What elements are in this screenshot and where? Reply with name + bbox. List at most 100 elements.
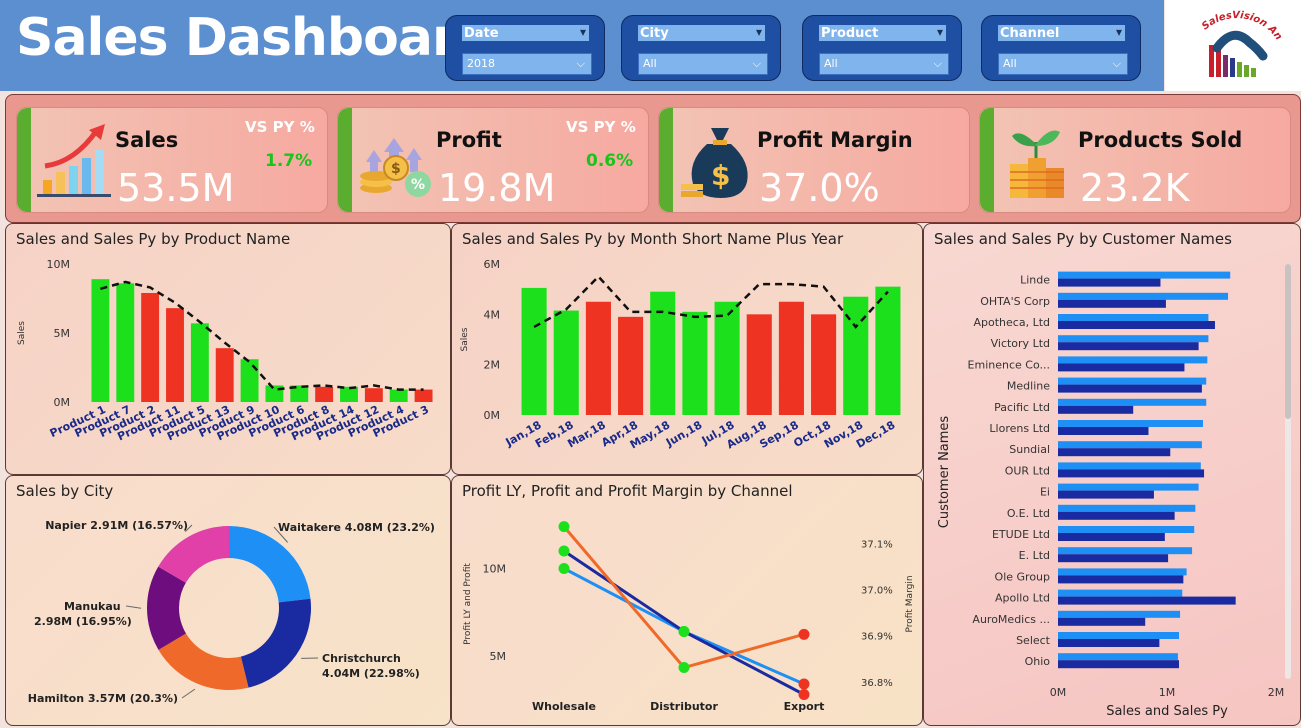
sales-bar: [1058, 398, 1207, 406]
customer-label: Apollo Ltd: [995, 592, 1050, 605]
chevron-down-icon: ⌵: [576, 57, 585, 70]
x-tick-label: Jun,18: [663, 418, 704, 449]
product-sales-chart[interactable]: Sales and Sales Py by Product Name 0M 5M 1…: [5, 223, 451, 475]
kpi-accent-bar: [980, 108, 994, 212]
sales-bar: [315, 386, 334, 402]
sales-bar: [650, 291, 676, 415]
customer-label: Ei: [1040, 486, 1050, 499]
y2-axis-title: Profit Margin: [905, 575, 915, 632]
sales-bar: [1058, 547, 1193, 555]
donut-slice: [229, 526, 311, 603]
series-line: [562, 525, 805, 670]
city-chart-svg: Waitakere 4.08M (23.2%) Christchurch 4.04M…: [28, 519, 435, 705]
chevron-down-icon: ▾: [1115, 25, 1122, 39]
sales-bar: [1058, 526, 1195, 533]
sales-bar: [1058, 356, 1208, 364]
kpi-value: 23.2K: [1080, 166, 1190, 210]
sales-py-bar: [1058, 596, 1236, 605]
kpi-strip: Sales 53.5M VS PY % 1.7% $ % Profit 19.8…: [5, 94, 1301, 223]
sales-bar: [116, 283, 135, 402]
city-slicer[interactable]: City ▾ All ⌵: [621, 15, 781, 81]
customer-label: Pacific Ltd: [994, 401, 1050, 414]
customer-label: Medline: [1007, 380, 1050, 393]
customer-sales-chart[interactable]: Sales and Sales Py by Customer Names Lin…: [923, 223, 1301, 726]
y-tick-label: 6M: [484, 258, 501, 271]
channel-profit-chart[interactable]: Profit LY, Profit and Profit Margin by C…: [451, 475, 923, 726]
channel-slicer[interactable]: Channel ▾ All ⌵: [981, 15, 1141, 81]
sales-bar: [1058, 271, 1231, 279]
sales-bar: [778, 301, 804, 415]
sales-py-bar: [1058, 299, 1166, 308]
sales-py-bar: [1058, 342, 1199, 351]
sales-py-bar: [1058, 639, 1160, 647]
city-slicer-dropdown[interactable]: All ⌵: [638, 53, 768, 75]
x-tick-label: 0M: [1050, 686, 1067, 699]
customer-label: Llorens Ltd: [989, 422, 1050, 435]
sales-bar: [389, 389, 408, 402]
product-slicer-dropdown[interactable]: All ⌵: [819, 53, 949, 75]
y-tick-label: 0M: [484, 409, 501, 422]
y2-tick-label: 36.9%: [861, 632, 893, 643]
city-slicer-label: City: [640, 26, 669, 41]
scrollbar-thumb: [1285, 264, 1291, 419]
y-tick-label: 10M: [483, 563, 507, 576]
kpi-value: 37.0%: [759, 166, 880, 210]
donut-slice: [158, 633, 249, 690]
data-point: [798, 689, 810, 700]
page-title: Sales Dashboard: [16, 8, 494, 68]
customer-chart-svg: Linde OHTA'S Corp Apotheca, Ltd Victory Ltd…: [937, 264, 1291, 719]
sales-py-bar: [1058, 533, 1165, 541]
chevron-down-icon: ▾: [579, 25, 586, 39]
y2-tick-label: 37.1%: [861, 540, 893, 551]
chevron-down-icon: ⌵: [752, 57, 761, 70]
x-tick-label: Export: [784, 700, 825, 713]
sales-py-bar: [1058, 321, 1215, 329]
sales-bar: [1058, 335, 1209, 343]
sales-py-bar: [1058, 427, 1149, 435]
customer-label: Linde: [1020, 274, 1050, 287]
sales-py-bar: [1058, 575, 1184, 584]
city-sales-chart[interactable]: Sales by City Waitakere 4.08M (23.2%) Chr…: [5, 475, 451, 726]
sales-py-bar: [1058, 554, 1169, 563]
header-banner: Sales Dashboard Date ▾ 2018 ⌵ City ▾ All ⌵ P…: [0, 0, 1164, 91]
kpi-accent-bar: [17, 108, 31, 212]
month-sales-chart[interactable]: Sales and Sales Py by Month Short Name P…: [451, 223, 923, 475]
slice-label: Hamilton 3.57M (20.3%): [28, 692, 178, 705]
customer-label: OUR Ltd: [1005, 464, 1050, 477]
customer-label: Ohio: [1025, 655, 1051, 668]
profit-coins-icon: $ %: [360, 138, 431, 197]
y-tick-label: 4M: [484, 308, 501, 321]
slice-label: Napier 2.91M (16.57%): [45, 519, 188, 532]
y2-tick-label: 36.8%: [861, 678, 893, 689]
kpi-name: Sales: [115, 128, 179, 152]
data-point: [558, 521, 570, 533]
customer-label: Select: [1016, 634, 1051, 647]
slice-leader-line: [181, 688, 196, 699]
sales-py-bar: [1058, 363, 1185, 372]
channel-chart-svg: 5M 10M 36.8% 36.9% 37.0% 37.1% Profit LY and P…: [463, 521, 915, 713]
kpi-vs-value: 0.6%: [586, 151, 634, 171]
customer-label: AuroMedics ...: [972, 613, 1050, 626]
sales-bar: [1058, 610, 1181, 618]
customer-label: OHTA'S Corp: [980, 295, 1050, 308]
date-slicer-dropdown[interactable]: 2018 ⌵: [462, 53, 592, 75]
kpi-card-sales: Sales 53.5M VS PY % 1.7%: [16, 107, 328, 213]
data-point: [678, 662, 690, 674]
x-tick-label: 2M: [1268, 686, 1285, 699]
slice-label: Manukau 2.98M (16.95%): [34, 600, 132, 628]
channel-slicer-label: Channel: [1000, 26, 1060, 41]
customer-label: Apotheca, Ltd: [974, 316, 1051, 329]
customer-label: Eminence Co...: [968, 358, 1050, 371]
sales-bar: [811, 314, 837, 415]
product-slicer[interactable]: Product ▾ All ⌵: [802, 15, 962, 81]
sales-bar: [682, 311, 708, 415]
y-tick-label: 5M: [490, 650, 507, 663]
sales-bar: [141, 292, 160, 402]
kpi-card-profit-margin: $ Profit Margin 37.0%: [658, 107, 970, 213]
sales-bar: [618, 316, 644, 415]
y-axis-title: Profit LY and Profit: [463, 563, 473, 645]
sales-bar: [215, 348, 234, 402]
date-slicer[interactable]: Date ▾ 2018 ⌵: [445, 15, 605, 81]
channel-slicer-dropdown[interactable]: All ⌵: [998, 53, 1128, 75]
data-point: [558, 563, 570, 574]
